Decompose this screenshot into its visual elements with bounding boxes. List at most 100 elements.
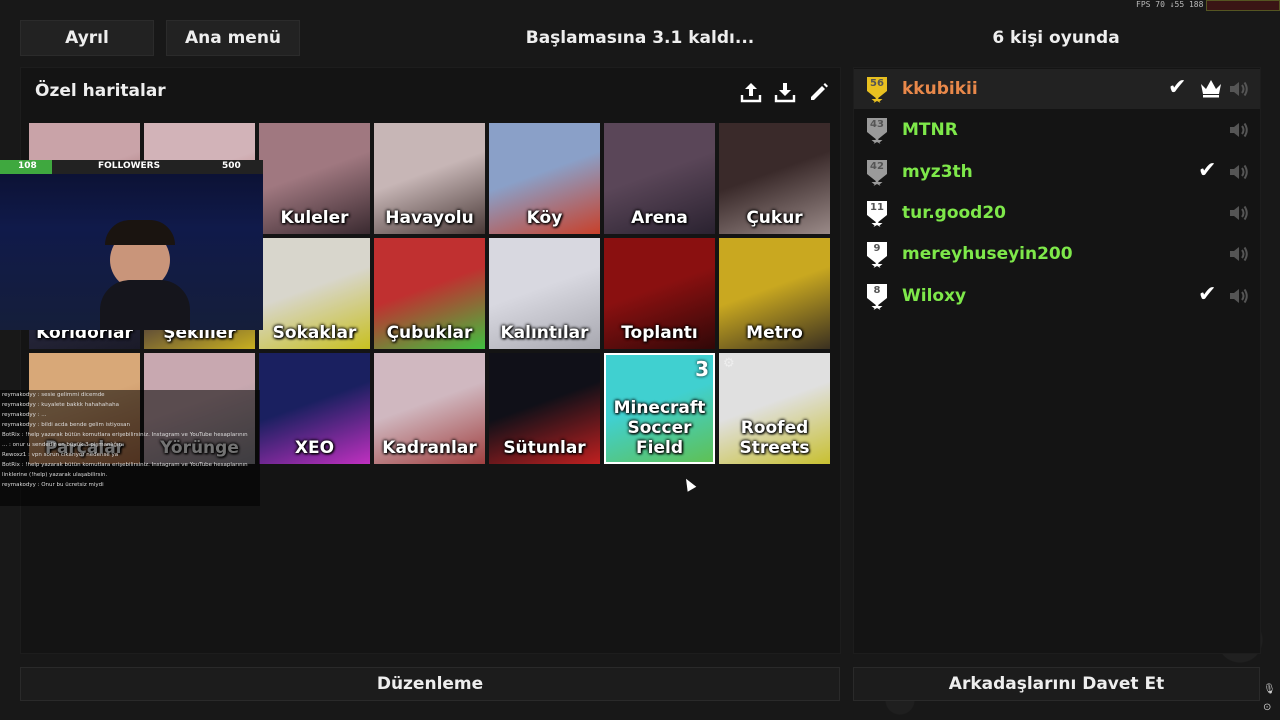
followers-label: FOLLOWERS — [98, 161, 161, 171]
fps-counter: FPS 70 ↓55 188 — [1136, 0, 1204, 9]
player-name: mereyhuseyin200 — [902, 244, 1073, 265]
crown-icon — [1200, 78, 1222, 102]
map-tile[interactable]: Roofed Streets ⚙ — [719, 353, 830, 464]
vote-count: 3 — [695, 357, 709, 381]
edit-button[interactable]: Düzenleme — [20, 667, 840, 701]
player-name: kkubikii — [902, 79, 978, 99]
map-tile[interactable]: Sütunlar — [489, 353, 600, 464]
map-label: Toplantı — [621, 323, 698, 343]
upload-icon[interactable] — [739, 80, 763, 104]
map-tile[interactable]: Metro — [719, 238, 830, 349]
map-tile[interactable]: Minecraft Soccer Field 3 — [604, 353, 715, 464]
map-tile[interactable]: Toplantı — [604, 238, 715, 349]
followers-bar: 108 FOLLOWERS 500 — [0, 160, 263, 174]
speaker-icon[interactable] — [1228, 120, 1250, 144]
map-label: Sütunlar — [503, 438, 586, 458]
map-label: Çubuklar — [386, 323, 473, 343]
chat-message: reymakodyy : bildi acda bende gelim isti… — [2, 422, 130, 428]
chat-message: BotRix : !help yazarak bütün komutlara e… — [2, 432, 248, 438]
hair-shape — [105, 220, 175, 245]
map-label: Metro — [746, 323, 803, 343]
map-label: Roofed Streets — [739, 418, 810, 458]
speaker-icon[interactable] — [1228, 286, 1250, 310]
map-label: Çukur — [746, 208, 803, 228]
player-row[interactable]: 42 myz3th ✔ — [854, 152, 1260, 192]
map-label: XEO — [294, 438, 335, 458]
player-name: Wiloxy — [902, 285, 967, 306]
chat-message: linklerine (!help) yazarak ulaşabilirsin… — [2, 472, 108, 478]
network-graph — [1206, 0, 1280, 11]
player-row[interactable]: 43 MTNR — [854, 110, 1260, 150]
level-badge-icon: 43 — [864, 116, 890, 145]
map-tile[interactable]: Köy — [489, 123, 600, 234]
level-badge-icon: 56 — [864, 75, 890, 103]
ready-check-icon: ✔ — [1168, 75, 1187, 100]
chat-message: BotRix : !help yazarak bütün komutlara e… — [2, 462, 248, 468]
player-row[interactable]: 8 Wiloxy ✔ — [854, 276, 1260, 316]
map-tile[interactable]: Arena — [604, 123, 715, 234]
player-level: 42 — [870, 160, 884, 172]
download-icon[interactable] — [773, 80, 797, 104]
chat-message: reymakodyy : ... — [2, 412, 47, 418]
map-label: Sokaklar — [272, 323, 357, 343]
follower-count: 108 — [18, 161, 37, 171]
player-row[interactable]: 9 mereyhuseyin200 — [854, 234, 1260, 274]
ready-check-icon: ✔ — [1198, 157, 1217, 183]
chat-message: reymakodyy : kuyalete bakkk hahahahaha — [2, 402, 119, 408]
map-label: Minecraft Soccer Field — [613, 398, 706, 458]
player-row[interactable]: 56 kkubikii ✔ — [854, 69, 1260, 109]
invite-friends-button[interactable]: Arkadaşlarını Davet Et — [853, 667, 1260, 701]
map-label: Arena — [631, 208, 688, 228]
map-tile[interactable]: Kalıntılar — [489, 238, 600, 349]
stream-chat: reymakodyy : sesie gelimmi dicemde reymak… — [0, 390, 260, 506]
settings-icon: ⊙ — [1263, 702, 1272, 713]
webcam-overlay — [0, 160, 263, 330]
speaker-icon[interactable] — [1228, 79, 1250, 103]
player-level: 11 — [870, 201, 884, 213]
player-level: 43 — [870, 119, 884, 131]
map-label: Havayolu — [385, 208, 474, 228]
players-panel: 56 kkubikii ✔ 43 MTNR 42 myz3th ✔ 11 tur.good20 9 m… — [853, 67, 1261, 654]
player-name: myz3th — [902, 161, 973, 182]
map-label: Kuleler — [280, 208, 349, 228]
level-badge-icon: 11 — [864, 199, 890, 227]
chat-message: ... : onur u sendedir en büyük 3 pişmanl… — [2, 442, 122, 448]
gear-icon[interactable]: ⚙ — [723, 356, 735, 371]
map-label: Kalıntılar — [500, 323, 589, 343]
map-tile[interactable]: Çubuklar — [374, 238, 485, 349]
panel-title: Özel haritalar — [35, 81, 166, 101]
mic-icon: 🎙 — [1263, 684, 1276, 695]
player-row[interactable]: 11 tur.good20 — [854, 193, 1260, 233]
player-level: 56 — [870, 78, 884, 89]
level-badge-icon: 42 — [864, 158, 890, 186]
chat-message: reymakodyy : Onur bu ücretsiz miydi — [2, 482, 104, 488]
player-name: tur.good20 — [902, 202, 1007, 223]
speaker-icon[interactable] — [1228, 244, 1250, 268]
shoulders-shape — [100, 280, 190, 330]
map-tile[interactable]: Çukur — [719, 123, 830, 234]
map-tile[interactable]: Sokaklar — [259, 238, 370, 349]
leave-button[interactable]: Ayrıl — [20, 20, 154, 56]
map-tile[interactable]: XEO — [259, 353, 370, 464]
player-level: 8 — [873, 284, 881, 296]
player-name: MTNR — [902, 120, 958, 141]
map-label: Köy — [526, 208, 563, 228]
speaker-icon[interactable] — [1228, 203, 1250, 227]
map-label: Kadranlar — [382, 438, 477, 458]
edit-icon[interactable] — [807, 80, 831, 104]
map-tile[interactable]: Havayolu — [374, 123, 485, 234]
main-menu-button[interactable]: Ana menü — [166, 20, 300, 56]
chat-message: reymakodyy : sesie gelimmi dicemde — [2, 392, 105, 398]
chat-message: Rewoxz1 : vpn sorun cıkarıyor nedense ya — [2, 452, 119, 458]
level-badge-icon: 9 — [864, 240, 890, 269]
players-count: 6 kişi oyunda — [992, 28, 1120, 48]
map-tile[interactable]: Kuleler — [259, 123, 370, 234]
ready-check-icon: ✔ — [1198, 281, 1217, 307]
speaker-icon[interactable] — [1228, 162, 1250, 186]
level-badge-icon: 8 — [864, 282, 890, 310]
countdown-text: Başlamasına 3.1 kaldı... — [525, 28, 755, 48]
player-level: 9 — [873, 243, 881, 255]
follower-goal: 500 — [222, 161, 241, 171]
custom-maps-panel: Özel haritalar Kuleler Havayolu Köy Arena Çu… — [20, 67, 841, 654]
map-tile[interactable]: Kadranlar — [374, 353, 485, 464]
